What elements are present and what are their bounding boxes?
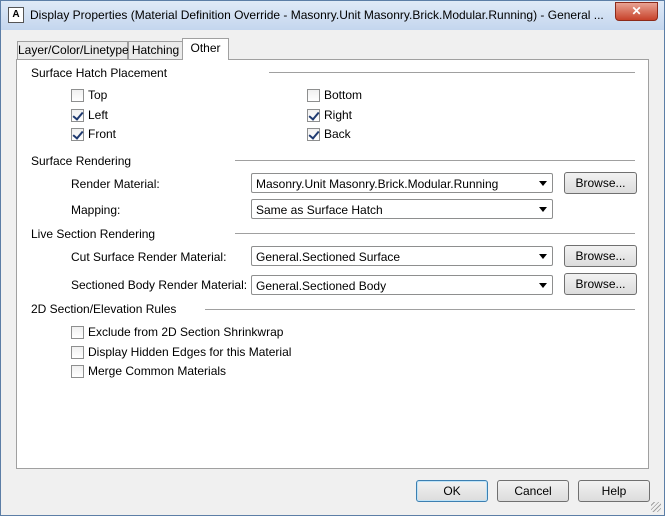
right-checkbox[interactable]: Right — [307, 108, 352, 122]
tab-layer-color-linetype[interactable]: Layer/Color/Linetype — [17, 41, 129, 59]
render-material-select[interactable]: Masonry.Unit Masonry.Brick.Modular.Runni… — [251, 173, 553, 193]
bottom-checkbox-label: Bottom — [324, 88, 363, 102]
display-hidden-edges-checkbox[interactable]: Display Hidden Edges for this Material — [71, 345, 291, 359]
sectioned-body-render-material-value: General.Sectioned Body — [256, 279, 387, 293]
merge-common-materials-label: Merge Common Materials — [88, 364, 227, 378]
live-section-rendering-heading: Live Section Rendering — [31, 227, 156, 241]
right-checkbox-box[interactable] — [307, 108, 320, 122]
cut-surface-render-material-select[interactable]: General.Sectioned Surface — [251, 246, 553, 266]
ok-button[interactable]: OK — [416, 480, 488, 502]
chevron-down-icon — [539, 207, 547, 212]
cut-surface-render-material-label: Cut Surface Render Material: — [71, 250, 227, 264]
back-checkbox[interactable]: Back — [307, 127, 351, 141]
top-checkbox-box[interactable] — [71, 88, 84, 102]
chevron-down-icon — [539, 181, 547, 186]
resize-grip[interactable] — [651, 502, 661, 512]
back-checkbox-label: Back — [324, 127, 351, 141]
group-divider — [205, 309, 635, 311]
bottom-checkbox[interactable]: Bottom — [307, 88, 362, 102]
exclude-shrinkwrap-checkbox[interactable]: Exclude from 2D Section Shrinkwrap — [71, 325, 283, 339]
front-checkbox-box[interactable] — [71, 127, 84, 141]
sectioned-body-browse-button[interactable]: Browse... — [564, 273, 637, 295]
display-hidden-edges-checkbox-box[interactable] — [71, 345, 84, 359]
front-checkbox[interactable]: Front — [71, 127, 116, 141]
render-material-value: Masonry.Unit Masonry.Brick.Modular.Runni… — [256, 177, 499, 191]
mapping-select[interactable]: Same as Surface Hatch — [251, 199, 553, 219]
render-material-label: Render Material: — [71, 177, 160, 191]
cut-surface-render-material-value: General.Sectioned Surface — [256, 250, 401, 264]
merge-common-materials-checkbox[interactable]: Merge Common Materials — [71, 364, 226, 378]
tab-panel-other: Surface Hatch Placement Top Bottom Left … — [16, 59, 649, 469]
group-divider — [235, 160, 635, 162]
chevron-down-icon — [539, 283, 547, 288]
render-material-browse-button[interactable]: Browse... — [564, 172, 637, 194]
dialog-window: A Display Properties (Material Definitio… — [0, 0, 665, 516]
title-bar[interactable]: A Display Properties (Material Definitio… — [1, 1, 664, 30]
sectioned-body-render-material-select[interactable]: General.Sectioned Body — [251, 275, 553, 295]
merge-common-materials-checkbox-box[interactable] — [71, 364, 84, 378]
top-checkbox-label: Top — [88, 88, 108, 102]
right-checkbox-label: Right — [324, 108, 353, 122]
back-checkbox-box[interactable] — [307, 127, 320, 141]
cancel-button[interactable]: Cancel — [497, 480, 569, 502]
chevron-down-icon — [539, 254, 547, 259]
section-elevation-rules-heading: 2D Section/Elevation Rules — [31, 302, 177, 316]
left-checkbox-box[interactable] — [71, 108, 84, 122]
bottom-checkbox-box[interactable] — [307, 88, 320, 102]
sectioned-body-render-material-label: Sectioned Body Render Material: — [71, 278, 248, 292]
top-checkbox[interactable]: Top — [71, 88, 107, 102]
left-checkbox[interactable]: Left — [71, 108, 108, 122]
surface-hatch-placement-heading: Surface Hatch Placement — [31, 66, 168, 80]
surface-rendering-heading: Surface Rendering — [31, 154, 132, 168]
front-checkbox-label: Front — [88, 127, 117, 141]
display-hidden-edges-label: Display Hidden Edges for this Material — [88, 345, 292, 359]
close-button[interactable]: ✕ — [615, 2, 658, 21]
group-divider — [235, 233, 635, 235]
help-button[interactable]: Help — [578, 480, 650, 502]
tab-other[interactable]: Other — [182, 38, 229, 60]
left-checkbox-label: Left — [88, 108, 109, 122]
app-icon: A — [8, 7, 24, 23]
cut-surface-browse-button[interactable]: Browse... — [564, 245, 637, 267]
mapping-value: Same as Surface Hatch — [256, 203, 383, 217]
group-divider — [269, 72, 635, 74]
close-icon: ✕ — [631, 4, 642, 18]
tab-hatching[interactable]: Hatching — [128, 41, 183, 59]
mapping-label: Mapping: — [71, 203, 121, 217]
window-title: Display Properties (Material Definition … — [30, 8, 604, 22]
exclude-shrinkwrap-checkbox-box[interactable] — [71, 325, 84, 339]
exclude-shrinkwrap-label: Exclude from 2D Section Shrinkwrap — [88, 325, 284, 339]
